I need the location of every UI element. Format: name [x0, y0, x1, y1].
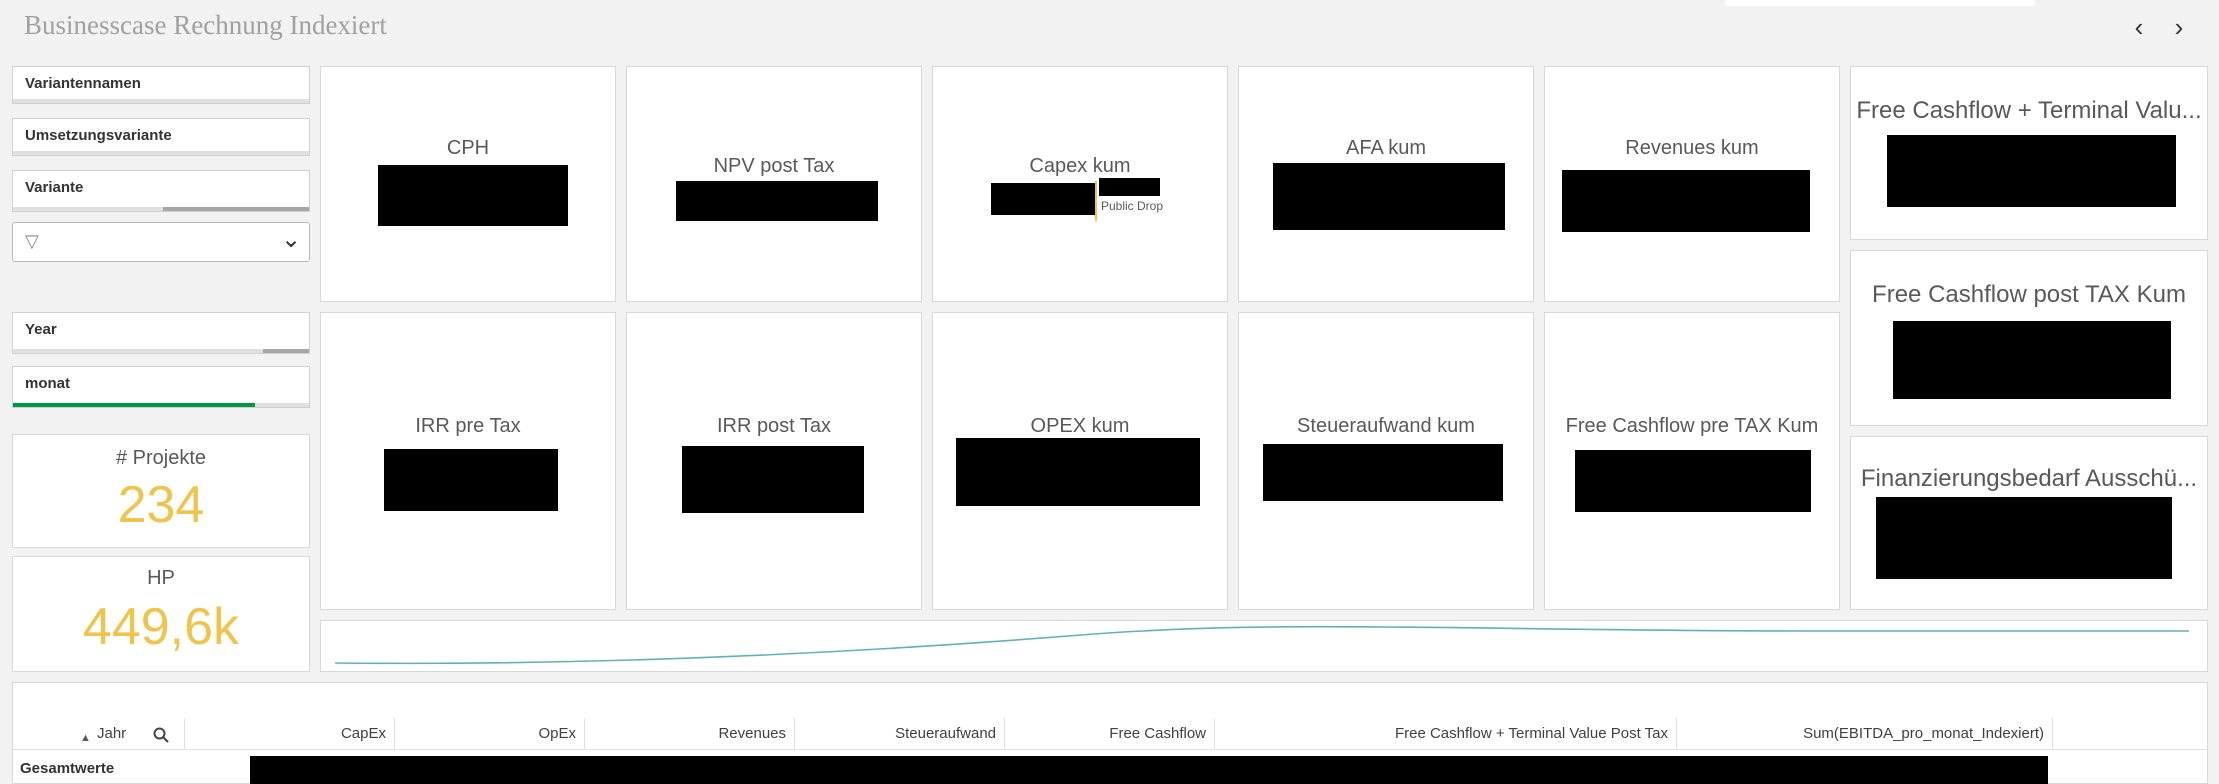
card-finanzierungsbedarf[interactable]: Finanzierungsbedarf Ausschü...: [1850, 436, 2208, 610]
sparkline-chart[interactable]: [320, 620, 2208, 672]
variant-dropdown[interactable]: ▽ ⌄: [12, 222, 310, 262]
card-steuer[interactable]: Steueraufwand kum: [1238, 312, 1534, 610]
filter-variantennamen[interactable]: Variantennamen: [12, 66, 310, 104]
redacted-value: [1263, 444, 1503, 501]
card-title: IRR pre Tax: [415, 415, 521, 437]
card-cph[interactable]: CPH: [320, 66, 616, 302]
filter-monat[interactable]: monat: [12, 366, 310, 408]
col-header-ebitda[interactable]: Sum(EBITDA_pro_monat_Indexiert): [1677, 718, 2053, 750]
redacted-value: [1099, 178, 1160, 196]
next-sheet-button[interactable]: ›: [2164, 12, 2194, 42]
card-title: Revenues kum: [1625, 137, 1759, 159]
capex-annotation: Public Drop: [1101, 199, 1164, 213]
redacted-value: [384, 449, 558, 511]
redacted-value: [676, 181, 878, 221]
card-title: Steueraufwand kum: [1297, 415, 1475, 437]
card-afa[interactable]: AFA kum: [1238, 66, 1534, 302]
card-capex[interactable]: Capex kum Public Drop: [932, 66, 1228, 302]
card-npv[interactable]: NPV post Tax: [626, 66, 922, 302]
filter-umsetzungsvariante[interactable]: Umsetzungsvariante: [12, 118, 310, 156]
card-irr-pre[interactable]: IRR pre Tax: [320, 312, 616, 610]
card-fcf-terminal[interactable]: Free Cashflow + Terminal Valu...: [1850, 66, 2208, 240]
capex-marker: [1095, 181, 1097, 221]
card-fcf-post[interactable]: Free Cashflow post TAX Kum: [1850, 250, 2208, 426]
filter-selection-bar: [13, 403, 255, 407]
redacted-value: [378, 165, 568, 226]
sparkline-svg: [334, 625, 2189, 665]
previous-sheet-button[interactable]: ‹: [2124, 12, 2154, 42]
card-title: Free Cashflow + Terminal Valu...: [1856, 97, 2202, 124]
col-header-revenues[interactable]: Revenues: [585, 718, 795, 750]
filter-label: Variantennamen: [25, 75, 141, 92]
kpi-label: # Projekte: [115, 447, 207, 469]
card-title: Free Cashflow pre TAX Kum: [1565, 415, 1819, 437]
card-fcf-pre[interactable]: Free Cashflow pre TAX Kum: [1544, 312, 1840, 610]
kpi-value: 449,6k: [82, 598, 240, 656]
page-title: Businesscase Rechnung Indexiert: [24, 10, 387, 40]
filter-label: Umsetzungsvariante: [25, 127, 172, 144]
col-header-jahr[interactable]: ▲ Jahr: [13, 718, 185, 750]
filter-label: Variante: [25, 179, 84, 196]
chevron-down-icon: ⌄: [281, 226, 302, 253]
filter-selection-bar: [13, 99, 309, 103]
col-header-opex[interactable]: OpEx: [395, 718, 585, 750]
col-header-free-cashflow[interactable]: Free Cashflow: [1005, 718, 1215, 750]
card-irr-post[interactable]: IRR post Tax: [626, 312, 922, 610]
filter-label: monat: [25, 375, 70, 392]
kpi-hp[interactable]: HP 449,6k: [12, 556, 310, 672]
filter-selection-bar: [163, 207, 309, 211]
redacted-value: [1562, 170, 1810, 232]
filter-selection-bar: [263, 349, 309, 353]
card-title: AFA kum: [1345, 137, 1427, 159]
filter-year[interactable]: Year: [12, 312, 310, 354]
card-title: CPH: [446, 137, 490, 159]
redacted-value: [1893, 321, 2171, 399]
card-opex[interactable]: OPEX kum: [932, 312, 1228, 610]
card-title: OPEX kum: [1030, 415, 1130, 437]
card-title: Free Cashflow post TAX Kum: [1872, 281, 2186, 308]
filter-label: Year: [25, 321, 57, 338]
redacted-value: [682, 446, 864, 513]
card-title: IRR post Tax: [716, 415, 832, 437]
redacted-value: [1575, 450, 1811, 512]
redacted-totals: [250, 756, 2048, 784]
search-icon[interactable]: [153, 727, 169, 743]
col-header-label: Jahr: [97, 725, 127, 742]
top-tab-highlight: [1725, 0, 2035, 6]
card-revenues[interactable]: Revenues kum: [1544, 66, 1840, 302]
redacted-value: [1887, 135, 2176, 207]
card-title: Capex kum: [1029, 155, 1131, 177]
filter-selection-bar: [13, 151, 309, 155]
table-total-label: Gesamtwerte: [20, 760, 115, 777]
kpi-projekte[interactable]: # Projekte 234: [12, 434, 310, 548]
sparkline-line: [334, 625, 2189, 665]
filter-icon: ▽: [25, 231, 39, 251]
redacted-value: [1876, 497, 2172, 579]
redacted-value: [956, 438, 1200, 506]
card-title: NPV post Tax: [713, 155, 835, 177]
redacted-value: [1273, 163, 1505, 230]
card-title: Finanzierungsbedarf Ausschü...: [1860, 465, 2198, 492]
col-header-fcf-terminal[interactable]: Free Cashflow + Terminal Value Post Tax: [1215, 718, 1677, 750]
col-header-capex[interactable]: CapEx: [185, 718, 395, 750]
filter-variante[interactable]: Variante: [12, 170, 310, 212]
sort-ascending-icon: ▲: [80, 732, 91, 744]
redacted-value: [991, 183, 1095, 215]
col-header-steueraufwand[interactable]: Steueraufwand: [795, 718, 1005, 750]
kpi-value: 234: [117, 476, 205, 534]
kpi-label: HP: [147, 567, 175, 589]
